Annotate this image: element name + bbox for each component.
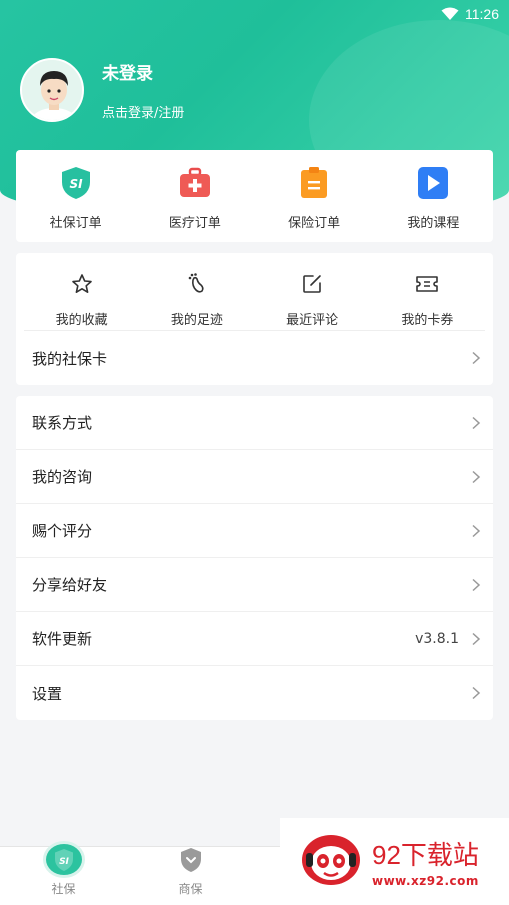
order-social-security-label: 社保订单 xyxy=(49,216,102,231)
menu-share-friends[interactable]: 分享给好友 xyxy=(16,558,493,612)
watermark: 92下载站 www.xz92.com xyxy=(280,818,509,905)
menu-my-consultations-label: 我的咨询 xyxy=(32,468,93,486)
social-security-card-label: 我的社保卡 xyxy=(32,349,108,368)
menu-settings[interactable]: 设置 xyxy=(16,666,493,720)
recent-comments-label: 最近评论 xyxy=(286,313,339,328)
recent-comments[interactable]: 最近评论 xyxy=(255,253,370,330)
si-shield-icon: SI xyxy=(59,166,93,200)
si-tab-icon: SI xyxy=(42,841,85,878)
chevron-right-icon xyxy=(472,686,481,700)
my-courses[interactable]: 我的课程 xyxy=(374,150,493,242)
order-medical[interactable]: 医疗订单 xyxy=(135,150,254,242)
profile-header[interactable]: 未登录 点击登录/注册 xyxy=(20,58,184,122)
menu-contact[interactable]: 联系方式 xyxy=(16,396,493,450)
my-coupons[interactable]: 我的卡券 xyxy=(370,253,485,330)
login-register-link[interactable]: 点击登录/注册 xyxy=(102,102,184,121)
version-text: v3.8.1 xyxy=(415,630,459,647)
chevron-right-icon xyxy=(472,416,481,429)
edit-icon xyxy=(295,267,329,301)
footprint-icon xyxy=(180,267,214,301)
quick-actions-card: 我的收藏 我的足迹 最近评论 我的卡券 我的社保卡 xyxy=(16,253,493,385)
order-social-security[interactable]: SI 社保订单 xyxy=(16,150,135,242)
my-footprints-label: 我的足迹 xyxy=(170,313,223,328)
my-courses-label: 我的课程 xyxy=(407,216,460,231)
order-medical-label: 医疗订单 xyxy=(168,216,221,231)
settings-menu-card: 联系方式 我的咨询 赐个评分 分享给好友 软件更新 v3.8.1 设置 xyxy=(16,396,493,720)
order-insurance-label: 保险订单 xyxy=(288,216,341,231)
tab-social-security-label: 社保 xyxy=(51,882,76,896)
menu-share-friends-label: 分享给好友 xyxy=(32,576,108,594)
watermark-logo-icon xyxy=(300,833,362,891)
chevron-right-icon xyxy=(472,632,481,645)
login-status-title[interactable]: 未登录 xyxy=(102,59,184,84)
star-icon xyxy=(65,267,99,301)
chevron-right-icon xyxy=(472,578,481,591)
avatar[interactable] xyxy=(20,58,84,122)
ticket-icon xyxy=(410,267,444,301)
avatar-face-icon xyxy=(22,60,82,120)
social-security-card-row[interactable]: 我的社保卡 xyxy=(16,331,493,385)
chevron-right-icon xyxy=(472,470,481,483)
tab-social-security[interactable]: SI 社保 xyxy=(0,841,127,905)
menu-my-consultations[interactable]: 我的咨询 xyxy=(16,450,493,504)
my-favorites-label: 我的收藏 xyxy=(55,313,108,328)
tab-commercial-insurance[interactable]: 商保 xyxy=(127,847,254,905)
status-time: 11:26 xyxy=(465,6,499,22)
watermark-url: www.xz92.com xyxy=(372,874,479,888)
my-favorites[interactable]: 我的收藏 xyxy=(24,253,139,330)
my-footprints[interactable]: 我的足迹 xyxy=(139,253,254,330)
menu-software-update[interactable]: 软件更新 v3.8.1 xyxy=(16,612,493,666)
status-bar: 11:26 xyxy=(0,0,509,28)
svg-text:SI: SI xyxy=(69,177,83,191)
my-coupons-label: 我的卡券 xyxy=(401,313,454,328)
svg-text:SI: SI xyxy=(59,857,69,867)
tab-commercial-insurance-label: 商保 xyxy=(178,882,203,896)
medical-kit-icon xyxy=(178,166,212,200)
menu-contact-label: 联系方式 xyxy=(32,414,93,432)
play-icon xyxy=(416,166,450,200)
menu-rate-app-label: 赐个评分 xyxy=(32,522,93,540)
shield-chevron-icon xyxy=(179,847,203,876)
menu-settings-label: 设置 xyxy=(32,684,63,703)
menu-software-update-label: 软件更新 xyxy=(32,630,93,648)
chevron-right-icon xyxy=(472,351,481,365)
clipboard-icon xyxy=(297,166,331,200)
chevron-right-icon xyxy=(472,524,481,537)
menu-rate-app[interactable]: 赐个评分 xyxy=(16,504,493,558)
order-insurance[interactable]: 保险订单 xyxy=(255,150,374,242)
watermark-title: 92下载站 xyxy=(372,840,479,870)
orders-card: SI 社保订单 医疗订单 保险订单 我的课程 xyxy=(16,150,493,242)
wifi-icon xyxy=(441,7,459,20)
